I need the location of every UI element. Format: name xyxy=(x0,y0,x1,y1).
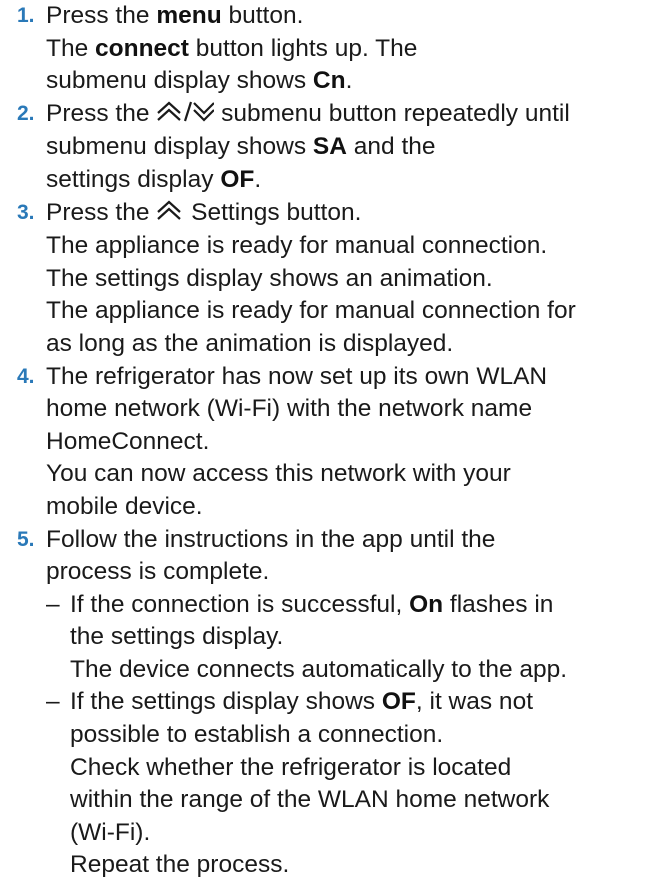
step-line: within the range of the WLAN home networ… xyxy=(70,784,646,817)
text: Press the xyxy=(46,2,156,29)
step-3: 3. Press the Settings button. The applia… xyxy=(8,197,646,361)
step-number: 5. xyxy=(17,524,35,557)
step-line: process is complete. xyxy=(46,556,646,589)
step-line: settings display OF. xyxy=(46,164,646,197)
text: . xyxy=(254,166,261,193)
step-line: possible to establish a connection. xyxy=(70,719,646,752)
step-1: 1. Press the menu button. The connect bu… xyxy=(8,0,646,98)
step-line: If the settings display shows OF, it was… xyxy=(70,686,646,719)
step-line: The appliance is ready for manual connec… xyxy=(46,230,646,263)
bold-term: SA xyxy=(313,133,347,160)
step-line: submenu display shows SA and the xyxy=(46,131,646,164)
text: Press the xyxy=(46,199,156,226)
step-line: The device connects automatically to the… xyxy=(70,654,646,687)
text: button. xyxy=(222,2,304,29)
step-number: 3. xyxy=(17,197,35,230)
dash-bullet: – xyxy=(46,589,60,622)
step-line: If the connection is successful, On flas… xyxy=(70,589,646,622)
step-line: Press the Settings button. xyxy=(46,197,646,231)
bold-term: On xyxy=(409,591,443,618)
step-line: mobile device. xyxy=(46,491,646,524)
step-2: 2. Press the submenu button repeatedly u… xyxy=(8,98,646,197)
step-line: submenu display shows Cn. xyxy=(46,65,646,98)
text: . xyxy=(346,67,353,94)
text: button lights up. The xyxy=(189,35,417,62)
step-line: Press the menu button. xyxy=(46,0,646,33)
text: submenu display shows xyxy=(46,67,313,94)
text: The xyxy=(46,35,95,62)
sub-item-success: – If the connection is successful, On fl… xyxy=(46,589,646,687)
step-line: HomeConnect. xyxy=(46,426,646,459)
step-line: The connect button lights up. The xyxy=(46,33,646,66)
step-line: Press the submenu button repeatedly unti… xyxy=(46,98,646,132)
bold-term: OF xyxy=(382,688,416,715)
text: settings display xyxy=(46,166,220,193)
text: submenu display shows xyxy=(46,133,313,160)
step-line: Follow the instructions in the app until… xyxy=(46,524,646,557)
text: Settings button. xyxy=(184,199,361,226)
step-line: the settings display. xyxy=(70,621,646,654)
step-line: (Wi-Fi). xyxy=(70,817,646,850)
text: If the connection is successful, xyxy=(70,591,409,618)
text: and the xyxy=(347,133,436,160)
chevron-double-up-icon xyxy=(156,198,184,231)
text: submenu button repeatedly until xyxy=(214,100,570,127)
step-4: 4. The refrigerator has now set up its o… xyxy=(8,361,646,524)
bold-term: Cn xyxy=(313,67,346,94)
step-line: Repeat the process. xyxy=(70,849,646,882)
step-line: You can now access this network with you… xyxy=(46,458,646,491)
sub-item-failure: – If the settings display shows OF, it w… xyxy=(46,686,646,882)
step-5: 5. Follow the instructions in the app un… xyxy=(8,524,646,882)
text: Press the xyxy=(46,100,156,127)
chevron-double-up-down-icon xyxy=(156,99,214,132)
step-line: home network (Wi-Fi) with the network na… xyxy=(46,393,646,426)
bold-term: menu xyxy=(156,2,221,29)
bold-term: connect xyxy=(95,35,189,62)
bold-term: OF xyxy=(220,166,254,193)
step-number: 1. xyxy=(17,0,35,33)
step-line: as long as the animation is displayed. xyxy=(46,328,646,361)
step-line: Check whether the refrigerator is locate… xyxy=(70,752,646,785)
step-line: The settings display shows an animation. xyxy=(46,263,646,296)
dash-bullet: – xyxy=(46,686,60,719)
text: If the settings display shows xyxy=(70,688,382,715)
text: flashes in xyxy=(443,591,553,618)
instruction-document: 1. Press the menu button. The connect bu… xyxy=(0,0,658,882)
step-line: The appliance is ready for manual connec… xyxy=(46,295,646,328)
step-line: The refrigerator has now set up its own … xyxy=(46,361,646,394)
step-number: 2. xyxy=(17,98,35,131)
text: , it was not xyxy=(416,688,533,715)
step-number: 4. xyxy=(17,361,35,394)
